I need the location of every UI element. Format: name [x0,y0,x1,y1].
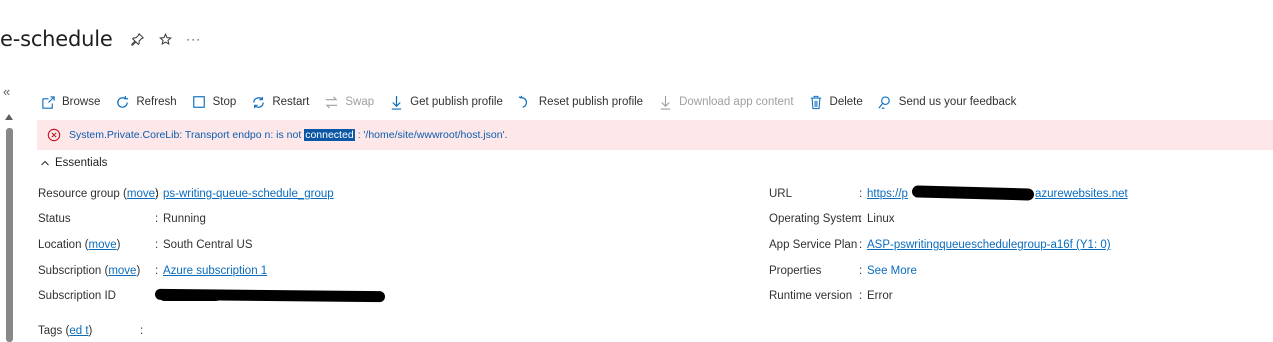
command-bar: Browse Refresh Stop Restart Swap Get pub… [40,90,1030,114]
download-icon [657,94,673,110]
scrollbar-thumb[interactable] [6,128,13,342]
resource-group-label: Resource group (move) [38,188,159,200]
stop-icon [191,94,207,110]
stop-button[interactable]: Stop [191,94,237,110]
browse-icon [40,94,56,110]
runtime-label: Runtime version [769,290,853,302]
send-feedback-label: Send us your feedback [898,96,1017,108]
error-text-highlight: connected [304,129,355,141]
delete-label: Delete [829,96,863,108]
url-value-end[interactable]: azurewebsites.net [1035,186,1128,202]
os-value: Linux [867,213,895,225]
plan-label: App Service Plan [769,239,858,251]
status-label: Status [38,213,71,225]
swap-button[interactable]: Swap [323,94,374,110]
subscription-value[interactable]: Azure subscription 1 [163,263,267,279]
restart-label: Restart [272,96,310,108]
plan-sep: : [859,239,863,251]
plan-value[interactable]: ASP-pswritingqueueschedulegroup-a16f (Y1… [867,237,1111,253]
delete-button[interactable]: Delete [808,94,863,110]
runtime-sep: : [859,290,863,302]
swap-label: Swap [345,96,375,108]
tags-row: Tags (ed t) : [38,323,358,339]
properties-row: Properties : See More [769,263,1089,279]
get-publish-profile-button[interactable]: Get publish profile [388,94,503,110]
status-value: Running [163,213,206,225]
location-row: Location (move) : South Central US [38,237,358,253]
browse-label: Browse [62,96,101,108]
pin-icon[interactable] [131,32,145,46]
reset-publish-profile-label: Reset publish profile [538,96,644,108]
more-options-icon[interactable]: ··· [186,32,201,46]
properties-see-more-link[interactable]: See More [867,263,917,279]
reset-icon [517,94,533,110]
scroll-up-icon[interactable] [5,114,13,120]
resource-group-row: Resource group (move) : ps-writing-queue… [38,186,358,202]
restart-button[interactable]: Restart [250,94,309,110]
url-label: URL [769,188,793,200]
star-icon[interactable] [159,32,173,46]
reset-publish-profile-button[interactable]: Reset publish profile [517,94,643,110]
stop-label: Stop [212,96,237,108]
status-row: Status : Running [38,211,358,227]
url-sep: : [859,188,863,200]
subscription-sep: : [155,265,159,277]
location-sep: : [155,239,159,251]
refresh-button[interactable]: Refresh [114,94,177,110]
download-app-content-button[interactable]: Download app content [657,94,794,110]
runtime-row: Runtime version : Error [769,288,1089,304]
os-label: Operating System [769,213,862,225]
error-text-after: : '/home/site/wwwroot/host.json'. [354,129,508,141]
properties-label: Properties [769,265,822,277]
restart-icon [250,94,266,110]
properties-sep: : [859,265,863,277]
chevron-up-icon [40,158,50,168]
subscription-move-link[interactable]: move [108,265,136,277]
error-message: System.Private.CoreLib: Transport endpo … [69,129,508,141]
get-publish-profile-label: Get publish profile [410,96,503,108]
url-value-start[interactable]: https://p [867,186,908,202]
essentials-toggle[interactable]: Essentials [40,157,107,169]
essentials-label: Essentials [55,157,108,169]
refresh-icon [114,94,130,110]
download-icon [388,94,404,110]
collapse-sidebar-icon[interactable]: « [3,84,10,99]
os-row: Operating System : Linux [769,211,1089,227]
page-title: e-schedule [0,27,113,51]
subscription-label: Subscription (move) [38,265,141,277]
send-feedback-button[interactable]: Send us your feedback [877,94,1017,110]
error-text-before: System.Private.CoreLib: Transport endpo … [69,129,305,141]
plan-row: App Service Plan : ASP-pswritingqueuesch… [769,237,1189,253]
feedback-icon [877,94,893,110]
os-sep: : [859,213,863,225]
error-circle-icon [47,128,61,142]
location-value: South Central US [163,239,253,251]
subscription-id-label: Subscription ID [38,290,116,302]
refresh-label: Refresh [136,96,177,108]
subscription-row: Subscription (move) : Azure subscription… [38,263,358,279]
runtime-value: Error [867,290,893,302]
tags-label: Tags (ed t) [38,325,93,337]
resource-group-move-link[interactable]: move [127,188,155,200]
title-row: e-schedule ··· [0,22,201,56]
status-sep: : [155,213,159,225]
resource-group-sep: : [155,188,159,200]
redacted-subscription-id-stroke [160,293,220,301]
browse-button[interactable]: Browse [40,94,100,110]
download-app-content-label: Download app content [679,96,794,108]
tags-edit-link[interactable]: ed t [69,325,88,337]
trash-icon [808,94,824,110]
resource-group-value[interactable]: ps-writing-queue-schedule_group [163,186,334,202]
swap-icon [323,94,339,110]
error-banner: System.Private.CoreLib: Transport endpo … [37,120,1273,150]
location-move-link[interactable]: move [89,239,117,251]
tags-sep: : [140,325,144,337]
location-label: Location (move) [38,239,121,251]
